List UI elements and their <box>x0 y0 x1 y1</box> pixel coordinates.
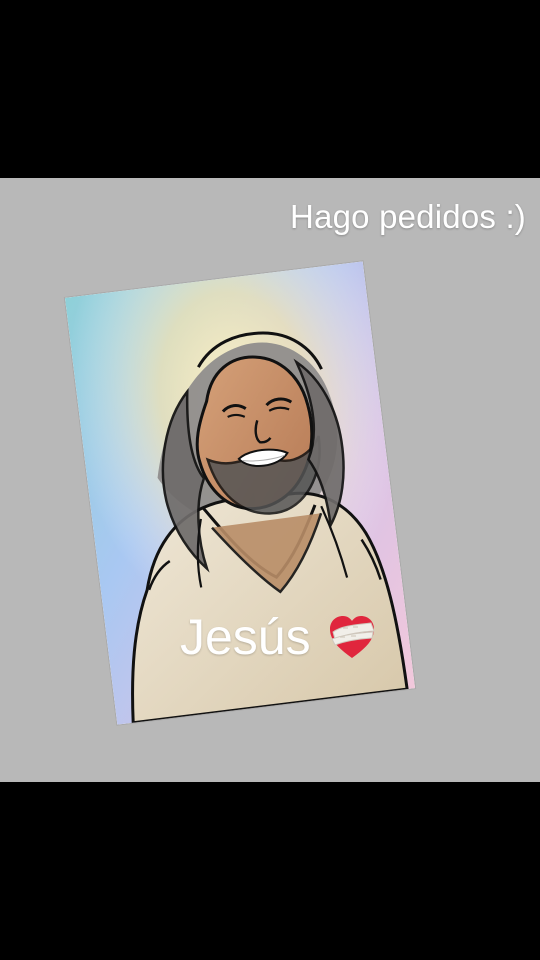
jesus-label: Jesús <box>180 609 311 665</box>
mending-heart-icon <box>329 616 375 658</box>
video-frame: Hago pedidos :) Jesús <box>0 0 540 960</box>
overlay-caption: Hago pedidos :) <box>290 198 526 235</box>
artwork-label: Jesús <box>180 608 379 666</box>
content-area: Hago pedidos :) Jesús <box>0 178 540 782</box>
